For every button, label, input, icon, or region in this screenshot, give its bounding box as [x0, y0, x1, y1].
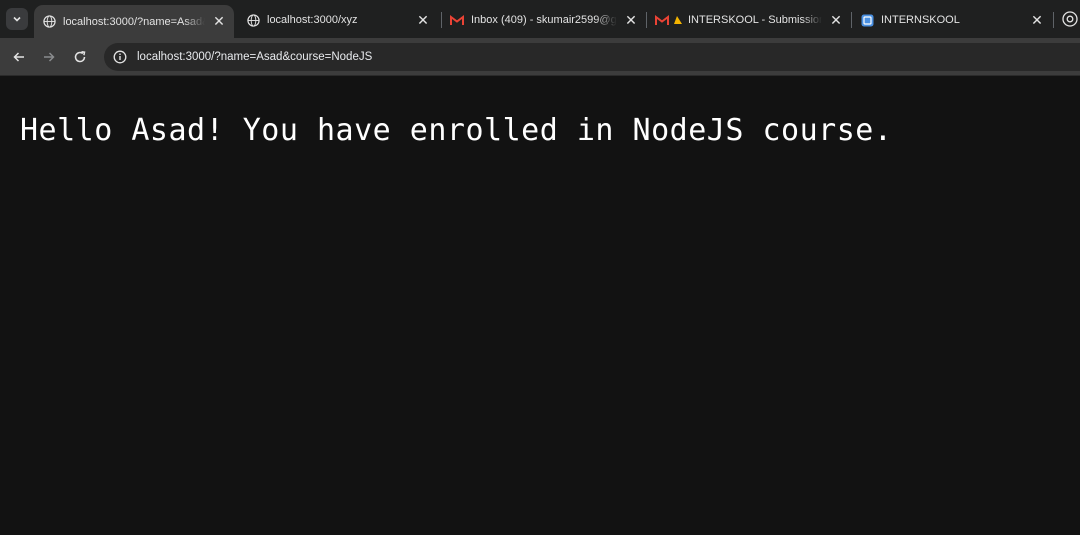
reload-icon[interactable] [70, 47, 90, 67]
close-icon[interactable]: ✕ [828, 12, 844, 28]
site-info-icon[interactable] [112, 49, 128, 65]
browser-toolbar: localhost:3000/?name=Asad&course=NodeJS [0, 38, 1080, 76]
gmail-icon [450, 13, 464, 27]
close-icon[interactable]: ✕ [415, 12, 431, 28]
gmail-icon [655, 13, 669, 27]
tab-title: localhost:3000/xyz [267, 14, 358, 26]
globe-icon [42, 15, 56, 29]
tab-localhost-query[interactable]: localhost:3000/?name=Asad&c ✕ [34, 5, 234, 38]
page-content: Hello Asad! You have enrolled in NodeJS … [0, 77, 1080, 535]
close-icon[interactable]: ✕ [1029, 12, 1045, 28]
tab-interskool-submission[interactable]: INTERSKOOL - Submission / ✕ [647, 5, 851, 35]
important-marker-icon [673, 13, 683, 27]
tab-title: localhost:3000/?name=Asad&c [63, 15, 205, 28]
globe-icon [246, 13, 260, 27]
tab-separator [1053, 12, 1054, 28]
internskool-icon [860, 13, 874, 27]
tab-title: Inbox (409) - skumair2599@gm [471, 14, 617, 26]
tab-title: INTERSKOOL - Submission / [688, 14, 822, 26]
chevron-down-icon [13, 16, 21, 22]
tab-search-button[interactable] [6, 8, 28, 30]
tab-localhost-xyz[interactable]: localhost:3000/xyz ✕ [238, 5, 438, 35]
tab-title: INTERNSKOOL [881, 14, 960, 26]
tab-strip: localhost:3000/?name=Asad&c ✕ localhost:… [0, 0, 1080, 38]
address-bar[interactable]: localhost:3000/?name=Asad&course=NodeJS [104, 43, 1080, 71]
enrollment-message: Hello Asad! You have enrolled in NodeJS … [20, 113, 893, 148]
forward-arrow-icon[interactable] [39, 47, 59, 67]
tab-internskool[interactable]: INTERNSKOOL ✕ [852, 5, 1052, 35]
back-arrow-icon[interactable] [9, 47, 29, 67]
chrome-icon[interactable] [1062, 11, 1078, 27]
address-bar-url: localhost:3000/?name=Asad&course=NodeJS [137, 51, 373, 63]
close-icon[interactable]: ✕ [211, 13, 227, 30]
tab-gmail-inbox[interactable]: Inbox (409) - skumair2599@gm ✕ [442, 5, 646, 35]
close-icon[interactable]: ✕ [623, 12, 639, 28]
